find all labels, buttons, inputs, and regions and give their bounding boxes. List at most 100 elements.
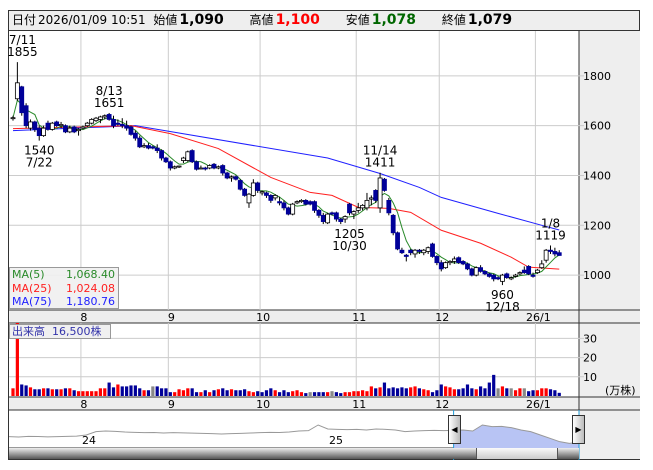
month-label: 26/1 — [526, 398, 551, 411]
ma75-label: MA(75) — [12, 295, 52, 308]
volume-bar — [37, 389, 41, 396]
volume-bar — [181, 390, 186, 396]
volume-bar — [133, 385, 137, 396]
candle — [368, 197, 374, 200]
ma25-value: 1,024.08 — [66, 281, 115, 295]
volume-bar — [334, 392, 338, 396]
volume-bar — [496, 388, 500, 396]
candle — [543, 249, 549, 261]
candle — [54, 121, 60, 127]
candle — [504, 273, 510, 279]
candle — [351, 211, 357, 215]
volume-bar — [194, 392, 199, 396]
candle — [277, 201, 282, 204]
ma25-label: MA(25) — [12, 281, 52, 295]
candle — [294, 201, 300, 204]
ma25-line — [12, 125, 560, 270]
volume-bar — [199, 392, 203, 396]
scrollbar-thumb[interactable] — [476, 448, 558, 459]
stock-chart[interactable]: 1800 1600 1400 1200 1000 30 20 10 (万株) 8 8 9 9 10 10 11… — [0, 0, 653, 470]
candle — [242, 188, 248, 196]
volume-bar — [76, 391, 81, 396]
candle — [347, 203, 352, 214]
candle — [159, 150, 164, 159]
month-label: 9 — [168, 398, 175, 411]
volume-bar — [321, 392, 325, 396]
candle — [417, 249, 422, 252]
candle — [172, 166, 178, 169]
candle — [36, 127, 42, 137]
price-annotation: 7/22 — [26, 156, 53, 170]
volume-bar — [361, 390, 365, 396]
candle — [285, 207, 291, 215]
candle — [521, 269, 527, 274]
candle — [84, 122, 90, 127]
candle — [491, 274, 497, 280]
volume-bar — [256, 391, 260, 396]
candle — [124, 125, 130, 129]
candle — [408, 249, 414, 254]
volume-bar — [308, 392, 312, 396]
candle — [185, 151, 191, 161]
volume-bar — [492, 374, 496, 396]
volume-bar — [312, 392, 317, 396]
volume-bar — [330, 391, 334, 396]
candle — [176, 165, 182, 168]
volume-bar — [111, 387, 116, 396]
volume-bar — [186, 388, 190, 396]
price-tick-label: 1200 — [583, 219, 611, 232]
range-handle-left[interactable]: ◀ — [448, 415, 461, 444]
range-handle-right[interactable]: ▶ — [572, 415, 585, 444]
volume-bar — [120, 386, 124, 396]
volume-bar — [260, 392, 264, 396]
price-annotation: 12/18 — [485, 300, 520, 314]
volume-bar — [164, 388, 168, 396]
volume-value: 16,500株 — [52, 325, 102, 338]
candle — [272, 195, 278, 199]
candle — [355, 207, 361, 211]
volume-bar — [553, 390, 557, 396]
candle — [229, 176, 234, 179]
candle — [333, 212, 339, 220]
candle — [460, 261, 466, 265]
volume-bar — [264, 390, 269, 396]
volume-bar — [41, 388, 46, 396]
volume-bar — [94, 391, 98, 396]
volume-bar — [544, 388, 548, 396]
volume-tick-label: 30 — [583, 332, 597, 345]
volume-bar — [151, 386, 155, 396]
volume-bar — [177, 389, 181, 396]
candle — [290, 203, 296, 215]
volume-bar — [391, 387, 395, 396]
volume-bar — [527, 391, 531, 396]
candle — [399, 249, 405, 254]
volume-bar — [28, 387, 33, 396]
volume-bar — [295, 390, 299, 396]
volume-bar — [347, 392, 352, 396]
volume-bar — [448, 387, 452, 396]
volume-bar — [417, 388, 422, 396]
candle — [438, 262, 444, 270]
candle — [320, 214, 326, 222]
candle — [167, 161, 173, 169]
candle — [513, 274, 518, 277]
candle — [150, 146, 156, 149]
volume-bar — [374, 388, 378, 396]
volume-bar — [435, 390, 439, 396]
candle — [119, 124, 125, 127]
month-label: 11 — [352, 398, 366, 411]
candle — [430, 243, 435, 257]
candle — [382, 178, 387, 191]
candle — [434, 256, 440, 264]
volume-bar — [395, 388, 400, 396]
candle — [329, 212, 335, 215]
volume-bar — [138, 388, 142, 396]
candle — [281, 202, 287, 209]
candle — [535, 269, 540, 274]
volume-bar — [461, 388, 465, 396]
candle — [14, 82, 20, 100]
candle — [98, 116, 103, 120]
volume-bar — [387, 388, 391, 396]
price-annotation: 1119 — [535, 228, 566, 242]
volume-bar — [72, 390, 76, 396]
